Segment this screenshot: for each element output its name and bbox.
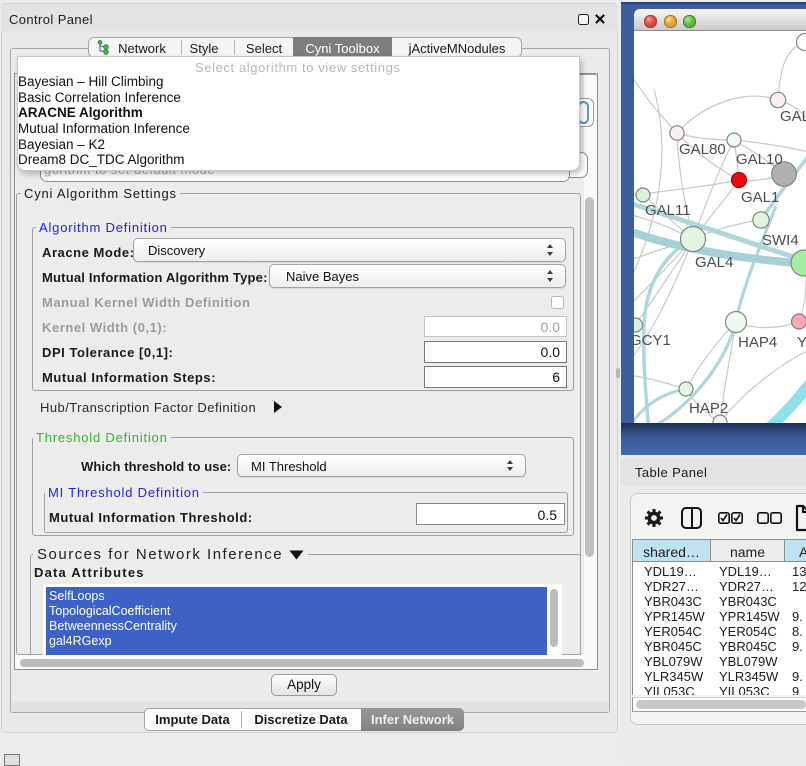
svg-text:HAP2: HAP2 [689, 400, 728, 417]
svg-text:GAL7: GAL7 [780, 108, 806, 125]
svg-text:Y: Y [797, 334, 806, 351]
svg-text:GCY1: GCY1 [634, 332, 671, 349]
svg-text:SWI4: SWI4 [762, 232, 799, 249]
svg-text:GAL10: GAL10 [736, 151, 783, 168]
svg-text:GAL1: GAL1 [741, 189, 779, 206]
svg-text:GAL11: GAL11 [645, 202, 691, 219]
svg-text:HAP4: HAP4 [738, 334, 777, 351]
svg-text:GAL80: GAL80 [679, 141, 726, 158]
svg-text:GAL4: GAL4 [695, 254, 733, 271]
